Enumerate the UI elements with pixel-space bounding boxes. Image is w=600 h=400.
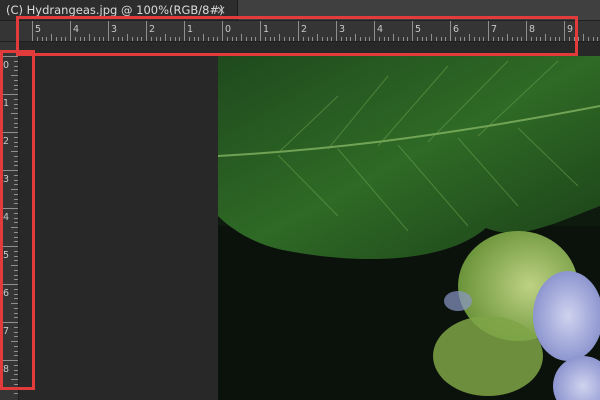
document-tab-title: (C) Hydrangeas.jpg @ 100%(RGB/8#) [6,3,224,17]
vertical-ruler-highlight [0,50,35,390]
horizontal-ruler-highlight [16,16,578,56]
hydrangea-photo[interactable] [218,56,600,400]
photo-hydrangea-leaf-icon [218,56,600,400]
